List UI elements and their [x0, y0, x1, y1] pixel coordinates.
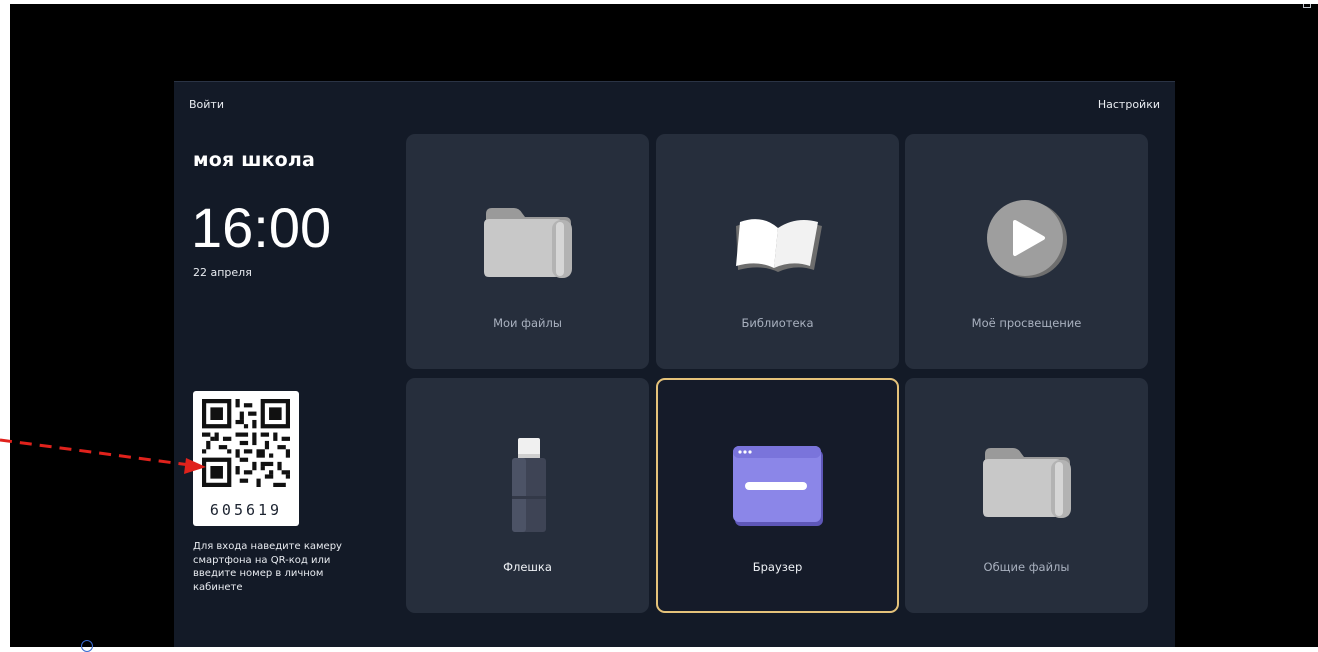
tile-my-files[interactable]: Мои файлы — [406, 134, 649, 369]
window-corner-icon — [1303, 4, 1311, 8]
kiosk-screen: Войти Настройки моя школа 16:00 22 апрел… — [10, 4, 1318, 647]
browser-window-icon — [731, 442, 827, 532]
tile-label: Моё просвещение — [971, 316, 1082, 330]
folder-icon — [480, 204, 576, 288]
qr-hint-text: Для входа наведите камеру смартфона на Q… — [193, 541, 342, 593]
clock-date: 22 апреля — [193, 266, 252, 279]
tile-usb-drive[interactable]: Флешка — [406, 378, 649, 613]
tile-label: Флешка — [503, 560, 552, 574]
home-panel: Войти Настройки моя школа 16:00 22 апрел… — [174, 81, 1175, 647]
tile-label: Браузер — [752, 560, 803, 574]
settings-link[interactable]: Настройки — [1098, 98, 1160, 111]
tile-shared-files[interactable]: Общие файлы — [905, 378, 1148, 613]
tile-label: Общие файлы — [983, 560, 1070, 574]
login-link[interactable]: Войти — [189, 98, 224, 111]
qr-login-card: 605619 — [193, 391, 299, 526]
play-icon — [985, 198, 1069, 286]
login-code: 605619 — [209, 501, 283, 519]
clock-time: 16:00 — [191, 196, 332, 259]
tile-label: Библиотека — [741, 316, 814, 330]
tile-label: Мои файлы — [493, 316, 562, 330]
brand-logo: моя школа — [193, 149, 316, 171]
folder-icon — [979, 444, 1075, 528]
book-icon — [726, 210, 830, 284]
tile-browser[interactable]: Браузер — [656, 378, 899, 613]
qr-code-icon — [202, 399, 290, 487]
tile-my-prosveshchenie[interactable]: Моё просвещение — [905, 134, 1148, 369]
taskbar-indicator-icon — [81, 640, 93, 652]
usb-drive-icon — [506, 436, 550, 540]
tile-library[interactable]: Библиотека — [656, 134, 899, 369]
